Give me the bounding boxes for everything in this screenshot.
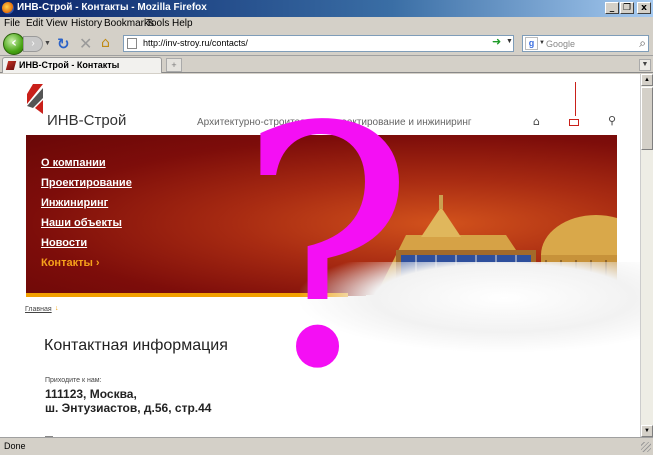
home-icon[interactable]: ⌂ [101, 35, 110, 51]
menu-tools[interactable]: Tools [146, 18, 169, 29]
nav-about[interactable]: О компании [41, 153, 132, 173]
scroll-up-button[interactable]: ▲ [641, 74, 653, 86]
firefox-icon [2, 2, 14, 14]
forward-button[interactable]: › [23, 36, 43, 52]
stop-icon[interactable]: ✕ [79, 34, 92, 53]
vertical-scrollbar[interactable]: ▲ ▼ [640, 74, 653, 437]
page-title: Контактная информация [44, 337, 228, 354]
address-bar[interactable]: http://inv-stroy.ru/contacts/ [123, 35, 514, 52]
tab-contacts[interactable]: ИНВ-Строй - Контакты [2, 57, 162, 73]
tab-label: ИНВ-Строй - Контакты [19, 60, 120, 70]
web-content: ИНВ-Строй Архитектурно-строительное прое… [0, 74, 640, 437]
maximize-button[interactable]: ❐ [620, 2, 634, 14]
site-favicon [5, 61, 17, 70]
history-dropdown-icon[interactable]: ▼ [44, 40, 51, 47]
search-bar[interactable]: g ▼ Google ⌕ [522, 35, 649, 52]
question-mark-overlay: ? [238, 74, 415, 437]
resize-grip-icon[interactable] [641, 442, 651, 452]
menu-bar: File Edit View History Bookmarks Tools H… [0, 17, 653, 32]
nav-contacts[interactable]: Контакты › [41, 253, 132, 273]
breadcrumb-arrow-icon: ↓ [55, 305, 59, 312]
home-link-icon[interactable]: ⌂ [533, 115, 540, 128]
address-text[interactable]: http://inv-stroy.ru/contacts/ [143, 38, 248, 48]
menu-history[interactable]: History [71, 18, 102, 29]
window-title-bar: ИНВ-Строй - Контакты - Mozilla Firefox _… [0, 0, 653, 17]
menu-help[interactable]: Help [172, 18, 193, 29]
reload-icon[interactable]: ↻ [57, 35, 70, 53]
go-arrow-icon[interactable]: ➜ [492, 35, 501, 48]
site-search-icon[interactable]: ⚲ [608, 114, 616, 127]
address-line-2: ш. Энтузиастов, д.56, стр.44 [45, 401, 212, 415]
search-input[interactable]: Google [546, 39, 575, 49]
menu-view[interactable]: View [46, 18, 68, 29]
nav-projects[interactable]: Наши объекты [41, 213, 132, 233]
google-engine-icon[interactable]: g [525, 37, 538, 50]
nav-engineering[interactable]: Инжиниринг [41, 193, 132, 213]
status-bar: Done [0, 437, 653, 455]
logo-text[interactable]: ИНВ-Строй [47, 112, 126, 129]
search-icon[interactable]: ⌕ [639, 36, 646, 51]
menu-file[interactable]: File [4, 18, 20, 29]
status-text: Done [4, 441, 26, 451]
tab-bar: ИНВ-Строй - Контакты + ▼ [0, 56, 653, 73]
minimize-button[interactable]: _ [605, 2, 619, 14]
page-icon [127, 38, 137, 49]
close-button[interactable]: x [637, 2, 651, 14]
navigation-toolbar: ‹ › ▼ ↻ ✕ ⌂ http://inv-stroy.ru/contacts… [0, 32, 653, 56]
nav-design[interactable]: Проектирование [41, 173, 132, 193]
scroll-thumb[interactable] [641, 87, 653, 150]
company-logo-icon[interactable] [23, 84, 49, 116]
back-button[interactable]: ‹ [3, 33, 25, 55]
address-line-1: 111123, Москва, [45, 387, 137, 401]
scroll-down-button[interactable]: ▼ [641, 425, 653, 437]
tab-list-icon[interactable]: ▼ [639, 59, 651, 71]
mail-indicator-line [575, 82, 576, 116]
mail-icon[interactable] [569, 119, 579, 126]
engine-dropdown-icon[interactable]: ▼ [539, 40, 545, 46]
main-navigation: О компании Проектирование Инжиниринг Наш… [41, 153, 132, 273]
new-tab-button[interactable]: + [166, 58, 182, 72]
breadcrumb-home[interactable]: Главная [25, 306, 52, 313]
nav-news[interactable]: Новости [41, 233, 132, 253]
address-dropdown-icon[interactable]: ▼ [506, 38, 513, 45]
menu-edit[interactable]: Edit [26, 18, 43, 29]
visit-label: Приходите к нам: [45, 377, 102, 384]
window-title: ИНВ-Строй - Контакты - Mozilla Firefox [17, 2, 207, 13]
